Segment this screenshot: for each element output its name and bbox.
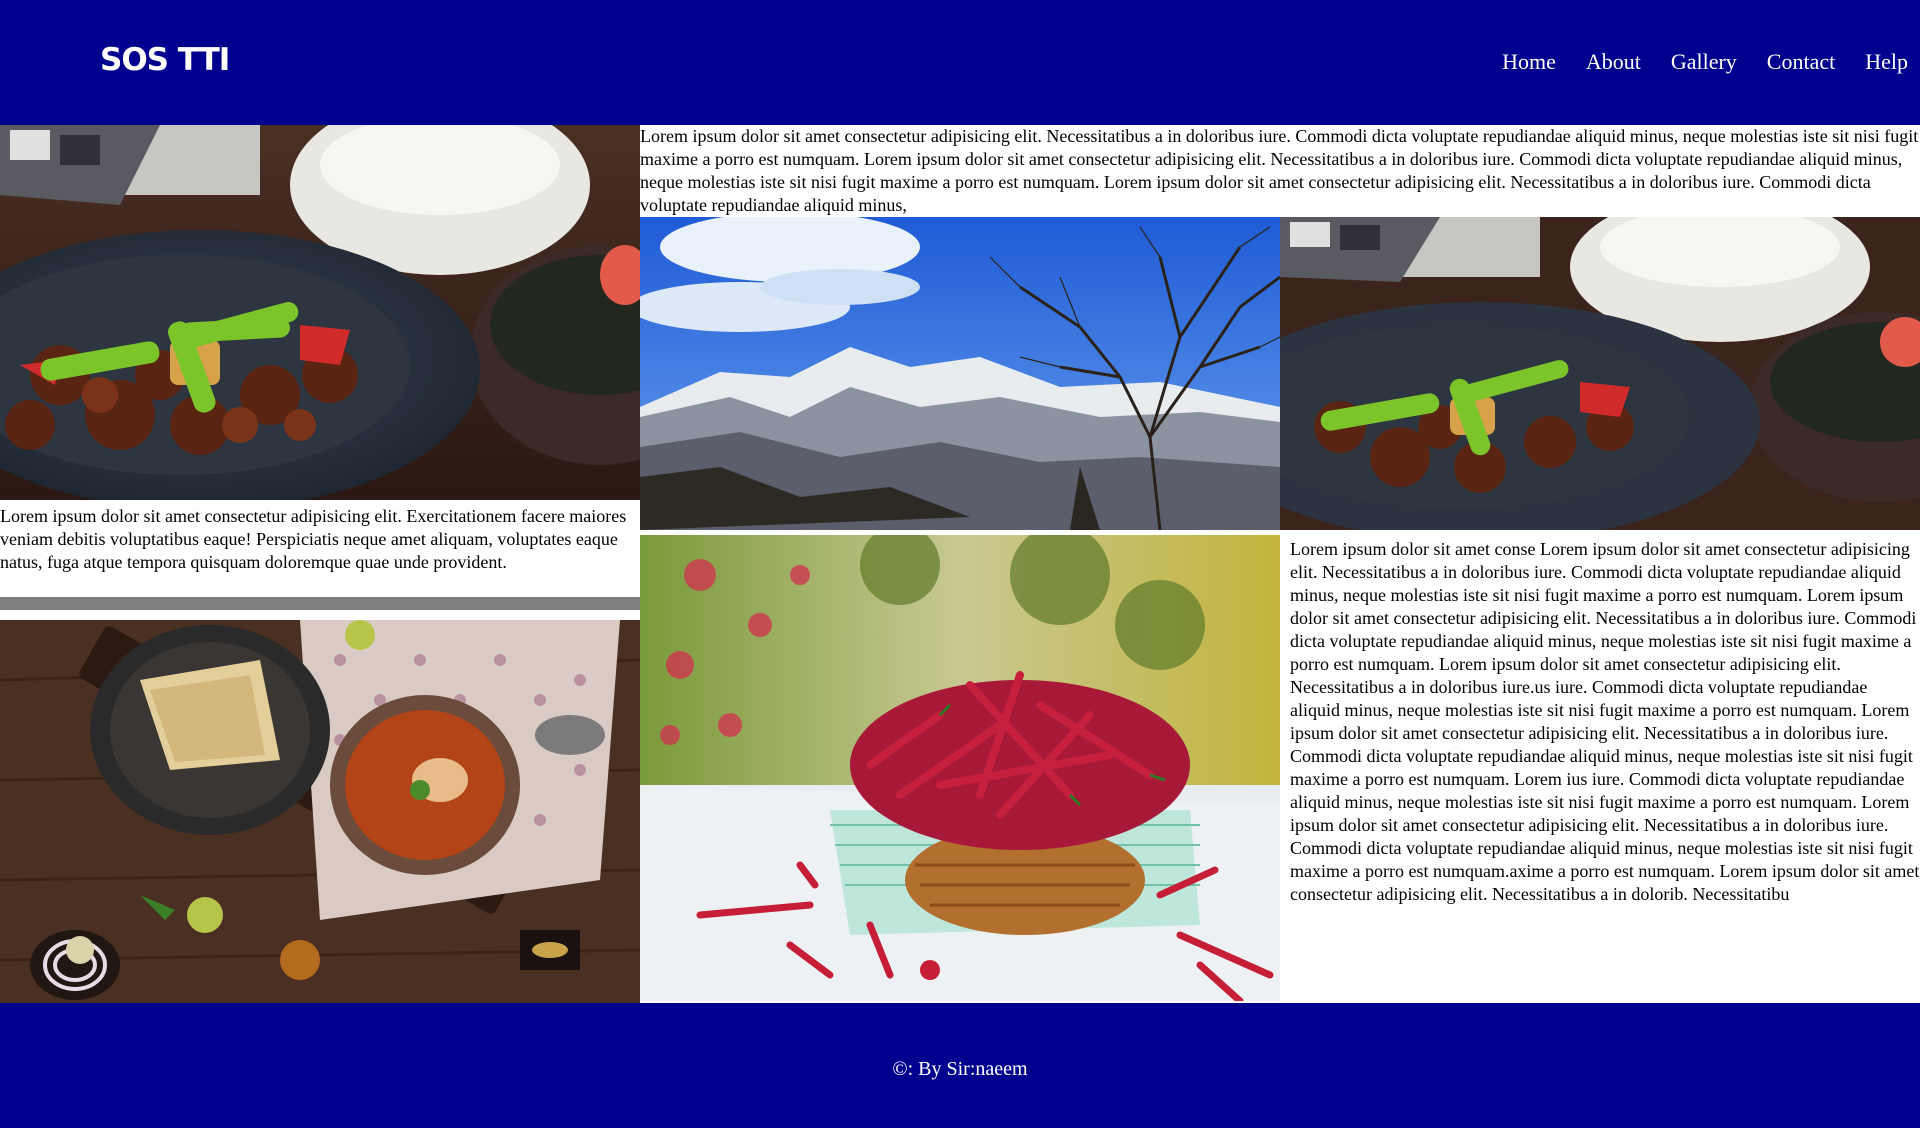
- food-caption-paragraph: Lorem ipsum dolor sit amet consectetur a…: [0, 506, 627, 572]
- nav-home-link[interactable]: Home: [1502, 49, 1556, 75]
- intro-paragraph: Lorem ipsum dolor sit amet consectetur a…: [640, 126, 1919, 215]
- food-bowl-image-right: [1280, 217, 1920, 530]
- site-logo[interactable]: SOS TTI: [100, 42, 230, 78]
- divider-bar: [0, 597, 640, 610]
- curry-platter-image: [0, 620, 640, 1003]
- nav-gallery-link[interactable]: Gallery: [1671, 49, 1737, 75]
- main-nav: Home About Gallery Contact Help: [1502, 49, 1908, 75]
- food-bowl-image-left: [0, 125, 640, 500]
- long-description-paragraph: Lorem ipsum dolor sit amet conse Lorem i…: [1290, 539, 1920, 904]
- site-footer: ©: By Sir:naeem: [0, 1003, 1920, 1128]
- nav-help-link[interactable]: Help: [1865, 49, 1908, 75]
- nav-about-link[interactable]: About: [1586, 49, 1641, 75]
- chili-basket-image: [640, 535, 1280, 1001]
- mountain-image: [640, 217, 1280, 530]
- copyright-text: ©: By Sir:naeem: [892, 1058, 1028, 1080]
- nav-contact-link[interactable]: Contact: [1767, 49, 1835, 75]
- gallery-grid: Lorem ipsum dolor sit amet consectetur a…: [0, 125, 1920, 1003]
- site-header: SOS TTI Home About Gallery Contact Help: [0, 0, 1920, 125]
